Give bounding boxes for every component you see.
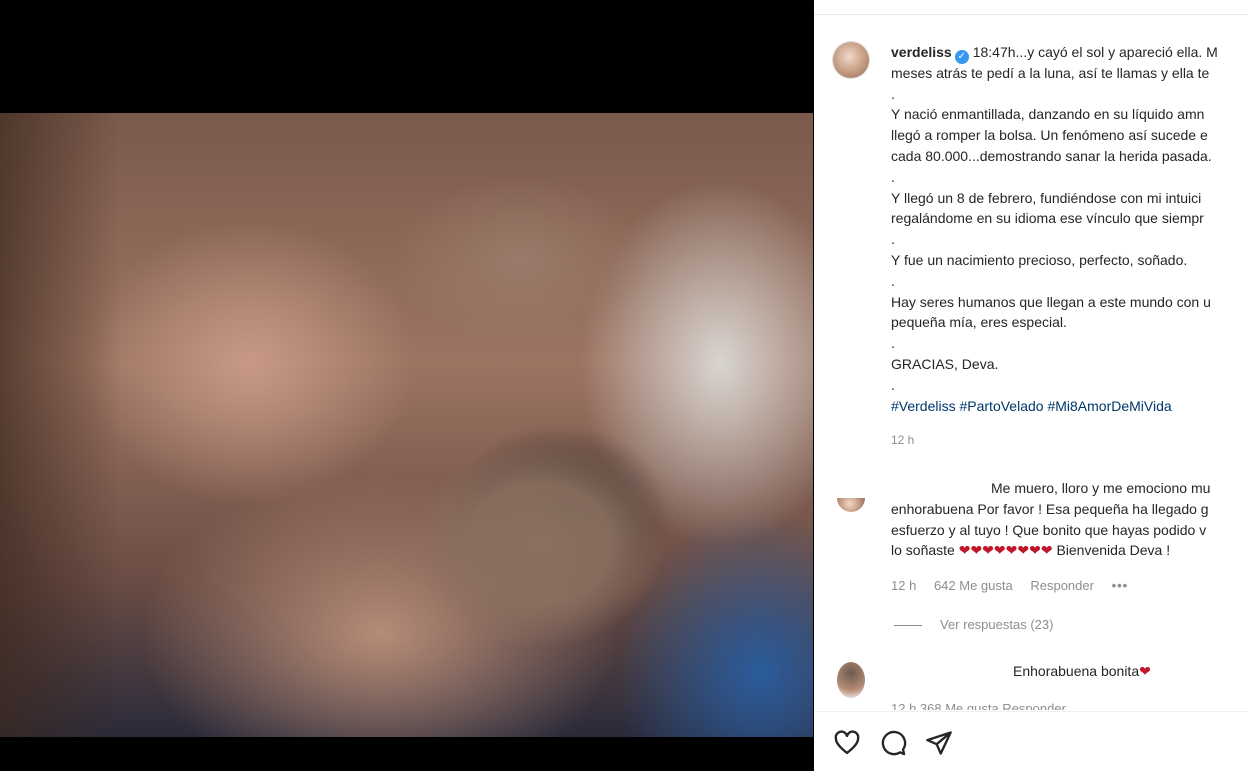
comment: Enhorabuena bonita❤ <box>1013 663 1151 680</box>
paper-plane-icon[interactable] <box>925 729 953 757</box>
caption-line: GRACIAS, Deva. <box>891 355 999 372</box>
caption-line: . <box>891 335 895 352</box>
photo-shadow <box>0 113 120 737</box>
author-username[interactable]: verdeliss <box>891 44 952 60</box>
post-photo[interactable] <box>0 113 813 737</box>
view-replies-button[interactable]: Ver respuestas (23) <box>894 617 1053 632</box>
caption-line: regalándome en su idioma ese vínculo que… <box>891 210 1204 227</box>
caption-hashtags[interactable]: #Verdeliss #PartoVelado #Mi8AmorDeMiVida <box>891 396 1248 417</box>
caption-line: Y nació enmantillada, danzando en su líq… <box>891 106 1205 123</box>
post-action-bar <box>814 711 1248 771</box>
verified-badge-icon: ✓ <box>954 50 969 64</box>
comment-line-last: lo soñaste ❤❤❤❤❤❤❤❤ Bienvenida Deva ! <box>891 540 1248 561</box>
commenter-avatar[interactable] <box>837 498 865 512</box>
hearts-emoji: ❤❤❤❤❤❤❤❤ <box>958 542 1053 559</box>
caption-line-1: verdeliss ✓ 18:47h...y cayó el sol y apare… <box>891 42 1248 64</box>
caption-line: Y fue un nacimiento precioso, perfecto, … <box>891 251 1188 268</box>
caption-line: pequeña mía, eres especial. <box>891 314 1067 331</box>
comment-text: lo soñaste <box>891 542 955 559</box>
post-timestamp[interactable]: 12 h <box>891 433 914 447</box>
comment-line: Me muero, lloro y me emociono mu <box>991 480 1211 496</box>
caption-line: meses atrás te pedí a la luna, así te ll… <box>891 64 1210 81</box>
comment-timestamp[interactable]: 12 h <box>891 578 916 593</box>
comment-text: Enhorabuena bonita <box>1013 663 1140 679</box>
replies-divider <box>894 625 922 627</box>
speech-bubble-icon[interactable] <box>879 729 907 757</box>
comment: Me muero, lloro y me emociono mu enhorab… <box>891 478 1248 561</box>
caption-line: . <box>891 376 895 393</box>
more-options-icon[interactable]: ••• <box>1112 578 1129 593</box>
caption-line: llegó a romper la bolsa. Un fenómeno así… <box>891 127 1208 144</box>
post-media-pane <box>0 0 813 770</box>
comment-meta-partial: 12 h 368 Me gusta Responder <box>891 701 1066 710</box>
comment-line: esfuerzo y al tuyo ! Que bonito que haya… <box>891 521 1207 538</box>
author-avatar[interactable] <box>833 42 869 78</box>
heart-outline-icon[interactable] <box>833 729 861 757</box>
view-replies-label: Ver respuestas (23) <box>940 617 1054 632</box>
reply-button[interactable]: Responder <box>1030 578 1094 593</box>
panel-header-strip <box>814 0 1248 15</box>
commenter-avatar[interactable] <box>837 662 865 698</box>
caption-line: . <box>891 231 895 248</box>
comment-meta: 12 h 642 Me gusta Responder ••• <box>891 578 1142 593</box>
comment-ending: Bienvenida Deva ! <box>1052 542 1171 559</box>
caption-line: cada 80.000...demostrando sanar la herid… <box>891 147 1212 164</box>
comment-line: enhorabuena Por favor ! Esa pequeña ha l… <box>891 500 1209 517</box>
post-caption: verdeliss ✓ 18:47h...y cayó el sol y apare… <box>891 42 1248 416</box>
caption-line: . <box>891 168 895 185</box>
caption-line: . <box>891 85 895 102</box>
caption-line: Y llegó un 8 de febrero, fundiéndose con… <box>891 189 1202 206</box>
caption-line: Hay seres humanos que llegan a este mund… <box>891 293 1211 310</box>
heart-emoji: ❤ <box>1139 663 1151 679</box>
post-side-panel: verdeliss ✓ 18:47h...y cayó el sol y apare… <box>814 0 1248 771</box>
comment-likes[interactable]: 642 Me gusta <box>934 578 1013 593</box>
caption-line: . <box>891 272 895 289</box>
caption-text: 18:47h...y cayó el sol y apareció ella. … <box>972 44 1218 60</box>
